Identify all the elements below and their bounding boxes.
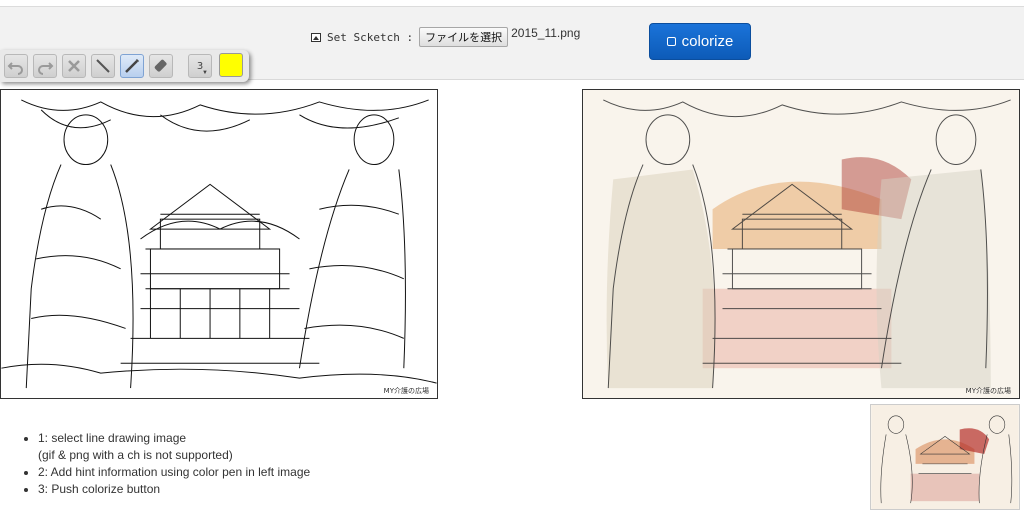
colorize-button-label: colorize bbox=[681, 33, 734, 50]
clear-button[interactable] bbox=[62, 54, 86, 78]
instructions-list: 1: select line drawing image(gif & png w… bbox=[24, 430, 310, 498]
top-bar bbox=[0, 0, 1024, 7]
colorize-button[interactable]: colorize bbox=[649, 23, 751, 60]
left-watermark: MY介護の広場 bbox=[383, 387, 429, 395]
picture-icon bbox=[311, 32, 321, 42]
drawing-toolbar: 3 ▼ bbox=[0, 50, 249, 82]
right-watermark: MY介護の広場 bbox=[965, 387, 1011, 395]
colorized-image bbox=[583, 90, 1019, 398]
file-name-text: 2015_11.png bbox=[511, 26, 581, 40]
undo-icon bbox=[7, 62, 23, 75]
pen-tool-button[interactable] bbox=[120, 54, 144, 78]
redo-icon bbox=[38, 62, 54, 75]
file-select-button[interactable]: ファイルを選択 bbox=[419, 27, 509, 47]
edit-icon bbox=[666, 37, 676, 46]
file-select-row: Set Scketch : ファイルを選択 2015_11.png bbox=[311, 26, 580, 48]
line-icon bbox=[96, 59, 110, 73]
sketch-canvas[interactable]: MY介護の広場 bbox=[0, 89, 438, 399]
thumbnail-image bbox=[871, 405, 1019, 509]
eraser-icon bbox=[154, 59, 167, 72]
instruction-step-3: 3: Push colorize button bbox=[38, 481, 310, 498]
set-sketch-label: Set Scketch : bbox=[327, 30, 414, 44]
color-picker-swatch[interactable] bbox=[219, 53, 243, 77]
undo-button[interactable] bbox=[4, 54, 28, 78]
chevron-down-icon: ▼ bbox=[202, 70, 208, 76]
pen-width-select[interactable]: 3 ▼ bbox=[188, 54, 212, 78]
instruction-step-1-note: (gif & png with a ch is not supported) bbox=[38, 448, 233, 462]
result-thumbnail bbox=[870, 404, 1020, 510]
redo-button[interactable] bbox=[33, 54, 57, 78]
colorized-result: MY介護の広場 bbox=[582, 89, 1020, 399]
clear-icon bbox=[68, 60, 80, 72]
eraser-tool-button[interactable] bbox=[149, 54, 173, 78]
line-tool-button[interactable] bbox=[91, 54, 115, 78]
instruction-step-2: 2: Add hint information using color pen … bbox=[38, 464, 310, 481]
pen-icon bbox=[125, 58, 140, 73]
instruction-step-1: 1: select line drawing image(gif & png w… bbox=[38, 430, 310, 464]
line-drawing-image bbox=[1, 99, 437, 389]
